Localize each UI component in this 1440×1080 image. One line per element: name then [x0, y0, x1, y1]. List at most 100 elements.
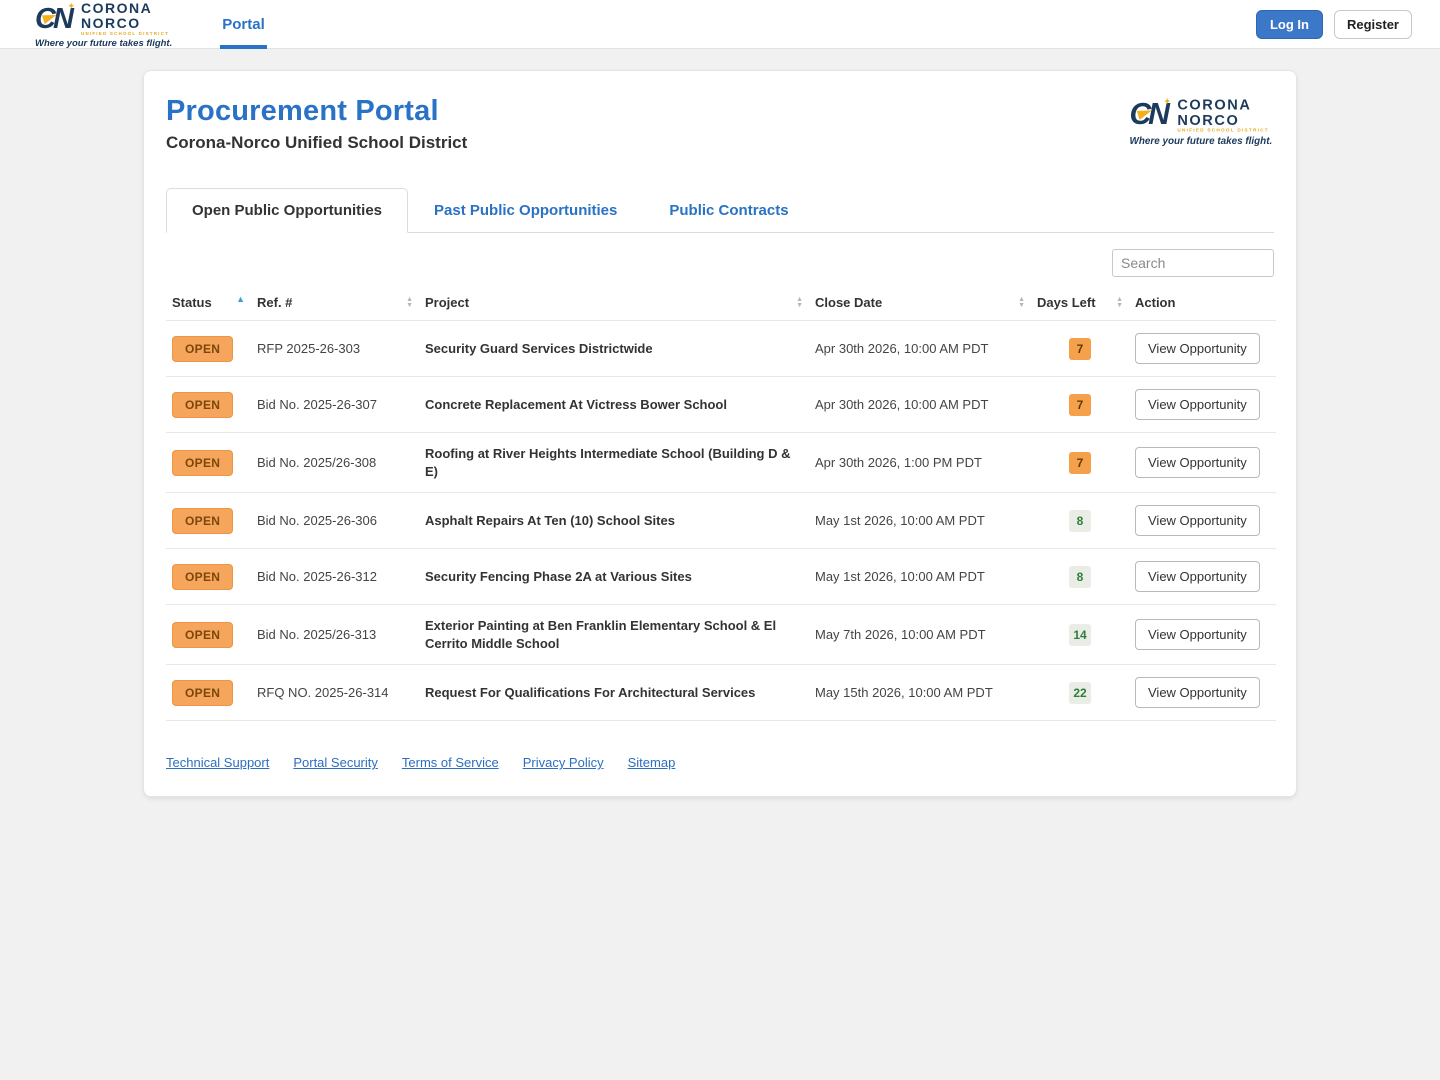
cn-monogram-icon: CN ✦ — [35, 0, 75, 35]
table-row: OPEN Bid No. 2025/26-313 Exterior Painti… — [166, 604, 1276, 665]
status-cell: OPEN — [166, 492, 251, 549]
close-date-cell: May 1st 2026, 10:00 AM PDT — [809, 492, 1031, 549]
footer-link-sitemap[interactable]: Sitemap — [628, 755, 676, 770]
column-header-status[interactable]: Status ▲ — [166, 287, 251, 321]
register-button[interactable]: Register — [1333, 9, 1412, 39]
page-subtitle: Corona-Norco Unified School District — [166, 133, 468, 152]
tab-past-public-opportunities[interactable]: Past Public Opportunities — [408, 188, 643, 233]
ref-cell: Bid No. 2025/26-313 — [251, 604, 419, 665]
table-header-row: Status ▲ Ref. # ▲ ▼ Project ▲ ▼ Close Date… — [166, 287, 1276, 321]
status-badge: OPEN — [172, 335, 234, 362]
status-badge: OPEN — [172, 507, 234, 534]
footer-link-technical-support[interactable]: Technical Support — [166, 755, 269, 770]
footer-link-terms-of-service[interactable]: Terms of Service — [402, 755, 499, 770]
view-opportunity-button[interactable]: View Opportunity — [1135, 505, 1260, 537]
status-cell: OPEN — [166, 548, 251, 605]
tab-open-public-opportunities[interactable]: Open Public Opportunities — [166, 188, 409, 233]
ref-cell: Bid No. 2025-26-307 — [251, 376, 419, 433]
table-row: OPEN Bid No. 2025/26-308 Roofing at Rive… — [166, 431, 1276, 493]
action-cell: View Opportunity — [1129, 320, 1276, 377]
page-title: Procurement Portal — [166, 95, 439, 127]
table-row: OPEN Bid No. 2025-26-307 Concrete Replac… — [166, 376, 1276, 433]
ref-cell: Bid No. 2025/26-308 — [251, 431, 419, 493]
search-row — [166, 249, 1274, 277]
opportunities-table: Status ▲ Ref. # ▲ ▼ Project ▲ ▼ Close Date… — [166, 287, 1276, 722]
ref-cell: RFQ NO. 2025-26-314 — [251, 664, 419, 722]
close-date-cell: May 7th 2026, 10:00 AM PDT — [809, 604, 1031, 665]
nav-actions: Log In Register — [1255, 9, 1412, 39]
status-badge: OPEN — [172, 621, 234, 648]
days-left-badge: 22 — [1069, 681, 1091, 704]
project-cell: Concrete Replacement At Victress Bower S… — [419, 376, 809, 433]
brand-tagline: Where your future takes flight. — [1129, 135, 1272, 147]
project-cell: Exterior Painting at Ben Franklin Elemen… — [419, 604, 809, 665]
close-date-cell: Apr 30th 2026, 10:00 AM PDT — [809, 376, 1031, 433]
close-date-cell: Apr 30th 2026, 10:00 AM PDT — [809, 320, 1031, 377]
sort-icon: ▲ ▼ — [796, 295, 803, 309]
days-left-cell: 7 — [1031, 376, 1129, 433]
status-badge: OPEN — [172, 449, 234, 476]
days-left-cell: 22 — [1031, 664, 1129, 722]
close-date-cell: Apr 30th 2026, 1:00 PM PDT — [809, 431, 1031, 493]
nav-link-portal-label: Portal — [222, 15, 265, 33]
column-header-close-date[interactable]: Close Date ▲ ▼ — [809, 287, 1031, 321]
action-cell: View Opportunity — [1129, 664, 1276, 722]
project-cell: Roofing at River Heights Intermediate Sc… — [419, 431, 809, 493]
brand-line2: NORCO — [1177, 111, 1240, 128]
view-opportunity-button[interactable]: View Opportunity — [1135, 333, 1260, 364]
days-left-badge: 7 — [1069, 451, 1091, 474]
view-opportunity-button[interactable]: View Opportunity — [1135, 619, 1260, 651]
status-cell: OPEN — [166, 604, 251, 665]
table-row: OPEN Bid No. 2025-26-306 Asphalt Repairs… — [166, 492, 1276, 549]
days-left-cell: 8 — [1031, 548, 1129, 605]
view-opportunity-button[interactable]: View Opportunity — [1135, 677, 1260, 709]
table-row: OPEN RFP 2025-26-303 Security Guard Serv… — [166, 320, 1276, 377]
days-left-cell: 7 — [1031, 320, 1129, 377]
action-cell: View Opportunity — [1129, 492, 1276, 549]
days-left-badge: 14 — [1069, 623, 1091, 646]
sort-icon: ▲ ▼ — [406, 295, 413, 309]
action-cell: View Opportunity — [1129, 548, 1276, 605]
tab-bar: Open Public Opportunities Past Public Op… — [166, 187, 1274, 233]
district-logo[interactable]: CN ✦ CORONA NORCO UNIFIED SCHOOL DISTRIC… — [35, 1, 172, 48]
login-button[interactable]: Log In — [1255, 9, 1323, 39]
days-left-cell: 8 — [1031, 492, 1129, 549]
footer-link-privacy-policy[interactable]: Privacy Policy — [523, 755, 604, 770]
column-header-action: Action — [1135, 295, 1176, 310]
star-icon: ✦ — [1163, 96, 1171, 107]
days-left-badge: 8 — [1069, 565, 1091, 588]
view-opportunity-button[interactable]: View Opportunity — [1135, 561, 1260, 593]
column-header-ref[interactable]: Ref. # ▲ ▼ — [251, 287, 419, 321]
status-cell: OPEN — [166, 664, 251, 722]
view-opportunity-button[interactable]: View Opportunity — [1135, 389, 1260, 420]
brand-line1: CORONA — [1177, 95, 1252, 113]
status-badge: OPEN — [172, 391, 234, 418]
column-header-project[interactable]: Project ▲ ▼ — [419, 287, 809, 321]
tab-public-contracts[interactable]: Public Contracts — [643, 188, 814, 233]
sort-icon: ▲ ▼ — [1116, 295, 1123, 309]
project-cell: Security Guard Services Districtwide — [419, 320, 809, 377]
search-input[interactable] — [1112, 249, 1274, 277]
status-badge: OPEN — [172, 679, 234, 706]
ref-cell: RFP 2025-26-303 — [251, 320, 419, 377]
active-tab-indicator — [220, 44, 267, 49]
nav-link-portal[interactable]: Portal — [220, 0, 267, 49]
days-left-badge: 7 — [1069, 337, 1091, 360]
column-header-days-left[interactable]: Days Left ▲ ▼ — [1031, 287, 1129, 321]
footer-link-portal-security[interactable]: Portal Security — [293, 755, 378, 770]
brand-subtitle: UNIFIED SCHOOL DISTRICT — [81, 30, 170, 36]
close-date-cell: May 15th 2026, 10:00 AM PDT — [809, 664, 1031, 722]
top-navbar: CN ✦ CORONA NORCO UNIFIED SCHOOL DISTRIC… — [0, 0, 1440, 49]
project-cell: Asphalt Repairs At Ten (10) School Sites — [419, 492, 809, 549]
status-cell: OPEN — [166, 320, 251, 377]
days-left-badge: 8 — [1069, 509, 1091, 532]
nav-links: Portal — [220, 0, 267, 49]
brand-tagline: Where your future takes flight. — [35, 38, 173, 50]
days-left-cell: 7 — [1031, 431, 1129, 493]
brand-line2: NORCO — [81, 15, 141, 31]
status-cell: OPEN — [166, 376, 251, 433]
status-cell: OPEN — [166, 431, 251, 493]
district-logo-card: CN ✦ CORONA NORCO UNIFIED SCHOOL DISTRIC… — [1129, 97, 1272, 146]
view-opportunity-button[interactable]: View Opportunity — [1135, 447, 1260, 479]
cn-monogram-icon: CN ✦ — [1129, 96, 1171, 132]
